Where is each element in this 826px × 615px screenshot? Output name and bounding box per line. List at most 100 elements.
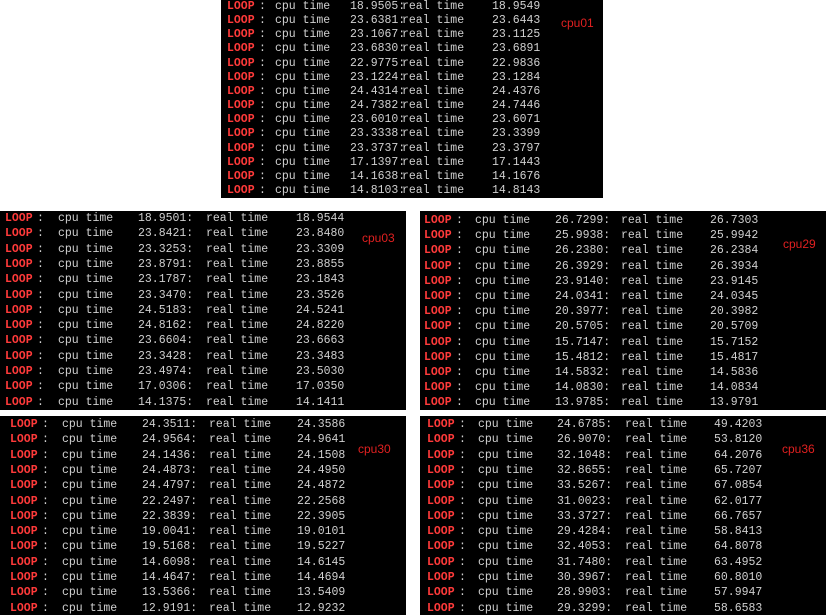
cpu-time-label: cpu time bbox=[478, 509, 534, 523]
real-time-label: real time bbox=[209, 509, 272, 523]
log-line: LOOP: cpu time 22.3839: real time 22.3905 bbox=[0, 510, 406, 523]
real-time-label: real time bbox=[209, 418, 272, 431]
real-time-label: real time bbox=[625, 555, 688, 569]
real-time-value: 23.6891 bbox=[492, 42, 541, 56]
real-time-label: real time bbox=[621, 305, 684, 319]
cpu-time-label: cpu time bbox=[62, 571, 118, 584]
cpu-time-value: 13.5366: bbox=[142, 586, 198, 600]
real-time-label: real time bbox=[625, 418, 688, 431]
colon: : bbox=[259, 127, 266, 141]
log-line: LOOP: cpu time 24.4873: real time 24.4950 bbox=[0, 464, 406, 477]
loop-label: LOOP bbox=[427, 555, 455, 569]
colon: : bbox=[37, 227, 44, 241]
loop-label: LOOP bbox=[427, 433, 455, 447]
cpu-time-value: 33.3727: bbox=[557, 509, 613, 523]
real-time-value: 20.3982 bbox=[710, 305, 759, 319]
loop-label: LOOP bbox=[5, 319, 33, 333]
real-time-value: 58.6583 bbox=[714, 601, 763, 615]
cpu-time-label: cpu time bbox=[478, 448, 534, 462]
cpu-time-value: 18.9501: bbox=[138, 212, 194, 225]
colon: : bbox=[459, 479, 466, 493]
cpu-time-value: 23.3338: bbox=[350, 127, 406, 141]
real-time-value: 26.2384 bbox=[710, 244, 759, 258]
colon: : bbox=[37, 349, 44, 363]
colon: : bbox=[37, 242, 44, 256]
loop-label: LOOP bbox=[427, 494, 455, 508]
log-line: LOOP: cpu time 19.0041: real time 19.0101 bbox=[0, 525, 406, 538]
loop-label: LOOP bbox=[424, 381, 452, 395]
log-line: LOOP: cpu time 14.5832: real time 14.5836 bbox=[420, 366, 826, 379]
colon: : bbox=[459, 555, 466, 569]
log-line: LOOP: cpu time 24.3511: real time 24.3586 bbox=[0, 418, 406, 431]
log-line: LOOP: cpu time 23.3338: real time 23.3399 bbox=[221, 127, 603, 140]
real-time-label: real time bbox=[625, 494, 688, 508]
real-time-value: 23.3399 bbox=[492, 127, 541, 141]
terminal-panel-cpu30: LOOP: cpu time 24.3511: real time 24.3586 LOO… bbox=[0, 416, 406, 615]
colon: : bbox=[37, 273, 44, 287]
cpu-time-value: 20.5705: bbox=[555, 320, 611, 334]
cpu-time-label: cpu time bbox=[478, 433, 534, 447]
cpu-time-label: cpu time bbox=[275, 0, 331, 13]
real-time-value: 23.8855 bbox=[296, 257, 345, 271]
cpu-time-value: 14.6098: bbox=[142, 555, 198, 569]
log-line: LOOP: cpu time 23.1224: real time 23.1284 bbox=[221, 71, 603, 84]
loop-label: LOOP bbox=[10, 601, 38, 615]
real-time-label: real time bbox=[621, 350, 684, 364]
log-line: LOOP: cpu time 25.9938: real time 25.9942 bbox=[420, 229, 826, 242]
colon: : bbox=[42, 601, 49, 615]
colon: : bbox=[456, 244, 463, 258]
real-time-value: 22.2568 bbox=[297, 494, 346, 508]
log-line: LOOP: cpu time 24.4314: real time 24.4376 bbox=[221, 85, 603, 98]
cpu-time-label: cpu time bbox=[58, 227, 114, 241]
log-line: LOOP: cpu time 24.1436: real time 24.1508 bbox=[0, 449, 406, 462]
colon: : bbox=[459, 463, 466, 477]
log-line: LOOP: cpu time 23.4974: real time 23.5030 bbox=[0, 365, 406, 378]
loop-label: LOOP bbox=[5, 212, 33, 225]
cpu-time-value: 23.3428: bbox=[138, 349, 194, 363]
real-time-label: real time bbox=[621, 335, 684, 349]
loop-label: LOOP bbox=[227, 70, 255, 84]
cpu-time-label: cpu time bbox=[275, 169, 331, 183]
log-line: LOOP: cpu time 23.8791: real time 23.8855 bbox=[0, 258, 406, 271]
log-line: LOOP: cpu time 14.0830: real time 14.0834 bbox=[420, 381, 826, 394]
real-time-label: real time bbox=[206, 319, 269, 333]
colon: : bbox=[42, 433, 49, 447]
loop-label: LOOP bbox=[427, 479, 455, 493]
log-line: LOOP: cpu time 15.7147: real time 15.7152 bbox=[420, 336, 826, 349]
log-line: LOOP: cpu time 23.3470: real time 23.3526 bbox=[0, 289, 406, 302]
cpu-time-label: cpu time bbox=[62, 494, 118, 508]
real-time-value: 60.8010 bbox=[714, 571, 763, 584]
colon: : bbox=[459, 433, 466, 447]
loop-label: LOOP bbox=[10, 479, 38, 493]
cpu-time-label: cpu time bbox=[62, 540, 118, 554]
real-time-label: real time bbox=[621, 274, 684, 288]
log-line: LOOP: cpu time 24.7382: real time 24.7446 bbox=[221, 99, 603, 112]
cpu-time-label: cpu time bbox=[475, 320, 531, 334]
cpu-time-label: cpu time bbox=[62, 479, 118, 493]
real-time-label: real time bbox=[402, 127, 465, 141]
real-time-label: real time bbox=[206, 288, 269, 302]
loop-label: LOOP bbox=[5, 303, 33, 317]
cpu-time-label: cpu time bbox=[62, 433, 118, 447]
loop-label: LOOP bbox=[424, 335, 452, 349]
real-time-value: 14.0834 bbox=[710, 381, 759, 395]
cpu-time-value: 26.2380: bbox=[555, 244, 611, 258]
real-time-label: real time bbox=[625, 433, 688, 447]
log-line: LOOP: cpu time 23.8421: real time 23.8480 bbox=[0, 227, 406, 240]
real-time-value: 23.6663 bbox=[296, 334, 345, 348]
cpu-time-value: 24.4797: bbox=[142, 479, 198, 493]
real-time-value: 19.5227 bbox=[297, 540, 346, 554]
cpu-time-label: cpu time bbox=[58, 334, 114, 348]
terminal-panel-cpu29: LOOP: cpu time 26.7299: real time 26.7303 LOO… bbox=[420, 211, 826, 410]
real-time-value: 14.8143 bbox=[492, 183, 541, 197]
cpu-time-label: cpu time bbox=[478, 571, 534, 584]
colon: : bbox=[259, 99, 266, 113]
cpu-time-value: 23.1224: bbox=[350, 70, 406, 84]
real-time-value: 24.7446 bbox=[492, 99, 541, 113]
cpu-time-value: 23.3470: bbox=[138, 288, 194, 302]
colon: : bbox=[459, 571, 466, 584]
colon: : bbox=[37, 319, 44, 333]
cpu-time-label: cpu time bbox=[475, 290, 531, 303]
log-line: LOOP: cpu time 28.9903: real time 57.9947 bbox=[420, 586, 826, 599]
log-line: LOOP: cpu time 23.6830: real time 23.6891 bbox=[221, 42, 603, 55]
